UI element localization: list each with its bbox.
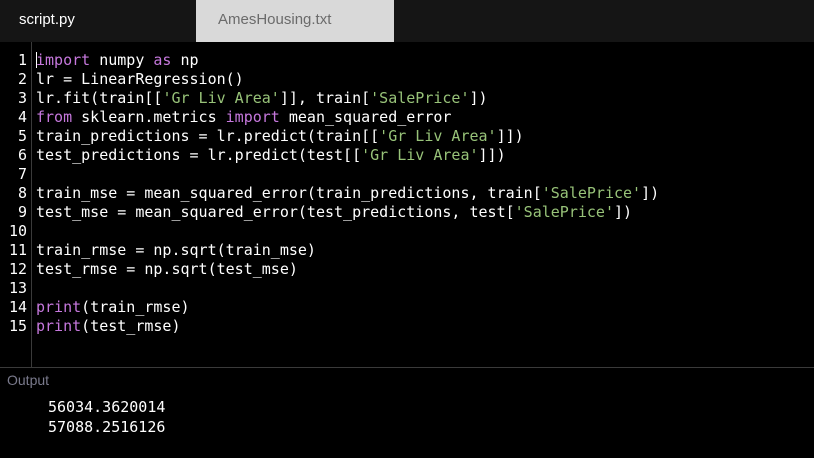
output-line: 56034.3620014: [48, 398, 166, 416]
string-token: 'Gr Liv Area': [162, 89, 280, 107]
output-divider: [0, 367, 814, 368]
code-line[interactable]: import numpy as np: [36, 51, 199, 70]
line-number: 14: [8, 298, 27, 316]
line-number: 9: [17, 203, 27, 221]
tab-ameshousing-txt[interactable]: AmesHousing.txt: [196, 0, 394, 42]
keyword-token: import: [225, 108, 280, 126]
code-line[interactable]: print(train_rmse): [36, 298, 190, 317]
code-line[interactable]: test_mse = mean_squared_error(test_predi…: [36, 203, 632, 222]
keyword-token: import: [36, 51, 91, 69]
output-line: 57088.2516126: [48, 418, 166, 436]
line-number: 13: [8, 279, 27, 297]
line-number: 4: [17, 108, 27, 126]
code-token: numpy: [90, 51, 154, 69]
code-line[interactable]: from sklearn.metrics import mean_squared…: [36, 108, 451, 127]
code-token: ]): [469, 89, 488, 107]
code-token: ]]): [478, 146, 506, 164]
code-token: ]]): [496, 127, 524, 145]
code-line[interactable]: test_predictions = lr.predict(test[['Gr …: [36, 146, 506, 165]
code-line[interactable]: lr.fit(train[['Gr Liv Area']], train['Sa…: [36, 89, 488, 108]
code-token: lr = LinearRegression(): [36, 70, 244, 88]
string-token: 'SalePrice': [514, 203, 614, 221]
keyword-token: print: [36, 317, 82, 335]
string-token: 'Gr Liv Area': [379, 127, 497, 145]
code-editor[interactable]: 1 2 3 4 5 6 7 8 9 10 11 12 13 14 15 import numpy as np…: [0, 42, 814, 367]
line-number: 5: [17, 127, 27, 145]
code-token: train_mse = mean_squared_error(train_pre…: [36, 184, 542, 202]
code-token: train_predictions = lr.predict(train[[: [36, 127, 380, 145]
output-label: Output: [7, 372, 50, 388]
string-token: 'SalePrice': [541, 184, 642, 202]
code-line[interactable]: train_predictions = lr.predict(train[['G…: [36, 127, 524, 146]
line-number: 3: [17, 89, 27, 107]
code-token: test_mse = mean_squared_error(test_predi…: [36, 203, 515, 221]
line-number: 7: [17, 165, 27, 183]
code-token: ]): [613, 203, 633, 221]
code-token: lr.fit(train[[: [36, 89, 163, 107]
code-token: (test_rmse): [81, 317, 181, 335]
keyword-token: as: [153, 51, 172, 69]
string-token: 'Gr Liv Area': [361, 146, 479, 164]
line-number: 11: [8, 241, 27, 259]
line-number: 8: [17, 184, 27, 202]
code-token: mean_squared_error: [279, 108, 452, 126]
tab-script-py[interactable]: script.py: [0, 0, 196, 42]
line-number: 1: [17, 51, 27, 69]
code-line[interactable]: print(test_rmse): [36, 317, 181, 336]
code-line[interactable]: train_rmse = np.sqrt(train_mse): [36, 241, 316, 260]
code-line[interactable]: train_mse = mean_squared_error(train_pre…: [36, 184, 659, 203]
code-token: (train_rmse): [81, 298, 190, 316]
code-token: test_predictions = lr.predict(test[[: [36, 146, 362, 164]
line-number: 6: [17, 146, 27, 164]
line-number: 15: [8, 317, 27, 335]
code-token: ]): [641, 184, 660, 202]
keyword-token: from: [36, 108, 73, 126]
line-number-gutter: 1 2 3 4 5 6 7 8 9 10 11 12 13 14 15: [0, 42, 32, 367]
code-line[interactable]: lr = LinearRegression(): [36, 70, 244, 89]
code-token: train_rmse = np.sqrt(train_mse): [36, 241, 316, 259]
line-number: 12: [8, 260, 27, 278]
code-line[interactable]: test_rmse = np.sqrt(test_mse): [36, 260, 298, 279]
code-token: test_rmse = np.sqrt(test_mse): [36, 260, 298, 278]
tab-label: AmesHousing.txt: [218, 11, 332, 28]
tab-bar: script.py AmesHousing.txt: [0, 0, 814, 42]
code-token: ]], train[: [279, 89, 371, 107]
code-token: np: [171, 51, 199, 69]
code-token: sklearn.metrics: [72, 108, 226, 126]
line-number: 2: [17, 70, 27, 88]
tab-label: script.py: [19, 11, 75, 28]
keyword-token: print: [36, 298, 82, 316]
line-number: 10: [8, 222, 27, 240]
string-token: 'SalePrice': [370, 89, 470, 107]
